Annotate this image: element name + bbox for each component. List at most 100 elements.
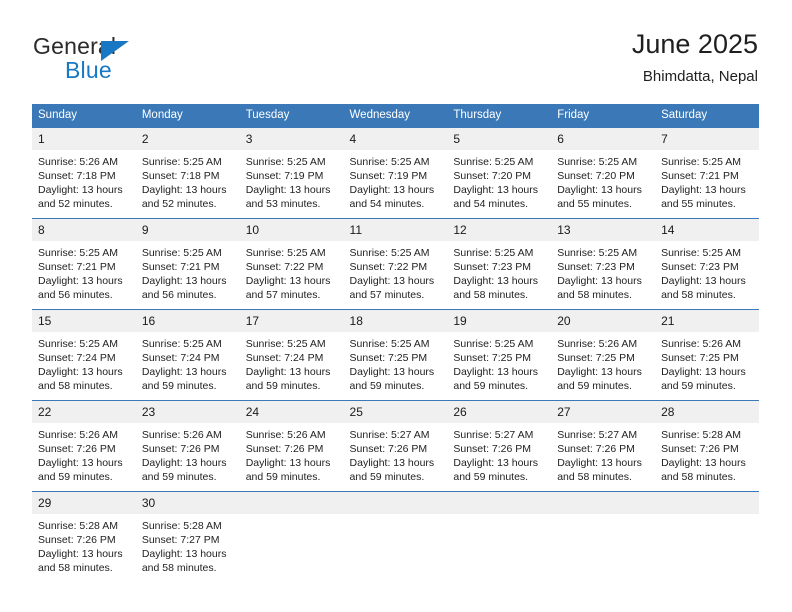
day-details: Sunrise: 5:25 AM Sunset: 7:22 PM Daylight:… (344, 241, 448, 302)
day-number: 11 (343, 219, 448, 241)
day-details: Sunrise: 5:25 AM Sunset: 7:24 PM Daylight:… (240, 332, 344, 393)
sunset-time: Sunset: 7:24 PM (245, 352, 324, 364)
sunrise-time: Sunrise: 5:25 AM (661, 156, 742, 168)
daylight-duration-line1: Daylight: 13 hours (453, 275, 539, 287)
daylight-duration-line2: and 55 minutes. (557, 198, 632, 210)
daylight-duration-line2: and 59 minutes. (453, 471, 529, 483)
day-number (551, 492, 656, 514)
daylight-duration-line2: and 57 minutes. (349, 289, 425, 301)
daylight-duration-line1: Daylight: 13 hours (349, 457, 435, 469)
daylight-duration-line1: Daylight: 13 hours (661, 184, 746, 196)
sunset-time: Sunset: 7:22 PM (245, 261, 324, 273)
sunset-time: Sunset: 7:26 PM (557, 443, 635, 455)
calendar-day-cell[interactable]: 26 Sunrise: 5:27 AM Sunset: 7:26 PM Dayligh… (447, 400, 552, 492)
calendar-day-cell[interactable]: 27 Sunrise: 5:27 AM Sunset: 7:26 PM Dayligh… (551, 400, 656, 492)
daylight-duration-line1: Daylight: 13 hours (141, 366, 227, 378)
calendar-day-cell[interactable]: 9 Sunrise: 5:25 AM Sunset: 7:21 PM Daylight… (135, 218, 240, 310)
calendar-week-row: 15 Sunrise: 5:25 AM Sunset: 7:24 PM Dayligh… (32, 309, 759, 401)
calendar-day-cell[interactable]: 20 Sunrise: 5:26 AM Sunset: 7:25 PM Dayligh… (551, 309, 656, 401)
daylight-duration-line2: and 59 minutes. (349, 380, 425, 392)
sunrise-time: Sunrise: 5:25 AM (453, 247, 534, 259)
sunset-time: Sunset: 7:25 PM (453, 352, 532, 364)
calendar-day-cell[interactable]: 16 Sunrise: 5:25 AM Sunset: 7:24 PM Dayligh… (135, 309, 240, 401)
daylight-duration-line2: and 59 minutes. (453, 380, 529, 392)
calendar-day-cell[interactable]: 6 Sunrise: 5:25 AM Sunset: 7:20 PM Daylight… (551, 127, 656, 219)
daylight-duration-line2: and 58 minutes. (661, 289, 736, 301)
weekday-header-saturday: Saturday (655, 104, 759, 128)
day-details: Sunrise: 5:27 AM Sunset: 7:26 PM Daylight:… (447, 423, 551, 484)
day-details: Sunrise: 5:26 AM Sunset: 7:18 PM Daylight:… (32, 150, 136, 211)
calendar-day-cell[interactable]: 11 Sunrise: 5:25 AM Sunset: 7:22 PM Dayligh… (343, 218, 448, 310)
sunset-time: Sunset: 7:21 PM (141, 261, 220, 273)
day-details: Sunrise: 5:25 AM Sunset: 7:25 PM Daylight:… (447, 332, 551, 393)
calendar-day-cell[interactable]: 2 Sunrise: 5:25 AM Sunset: 7:18 PM Daylight… (135, 127, 240, 219)
sunset-time: Sunset: 7:26 PM (38, 534, 116, 546)
page-subtitle: Bhimdatta, Nepal (642, 68, 758, 85)
day-number: 8 (32, 219, 136, 241)
calendar-day-cell[interactable]: 24 Sunrise: 5:26 AM Sunset: 7:26 PM Dayligh… (239, 400, 344, 492)
calendar-day-cell[interactable]: 22 Sunrise: 5:26 AM Sunset: 7:26 PM Dayligh… (32, 400, 136, 492)
day-details: Sunrise: 5:27 AM Sunset: 7:26 PM Daylight:… (344, 423, 448, 484)
day-number: 24 (239, 401, 344, 423)
sunrise-time: Sunrise: 5:28 AM (661, 429, 742, 441)
calendar-week-row: 8 Sunrise: 5:25 AM Sunset: 7:21 PM Daylight… (32, 218, 759, 310)
sunset-time: Sunset: 7:23 PM (557, 261, 635, 273)
calendar-day-cell[interactable]: 23 Sunrise: 5:26 AM Sunset: 7:26 PM Dayligh… (135, 400, 240, 492)
calendar-day-cell[interactable]: 18 Sunrise: 5:25 AM Sunset: 7:25 PM Dayligh… (343, 309, 448, 401)
calendar-day-cell[interactable]: 14 Sunrise: 5:25 AM Sunset: 7:23 PM Dayligh… (655, 218, 759, 310)
calendar-day-cell[interactable]: 4 Sunrise: 5:25 AM Sunset: 7:19 PM Daylight… (343, 127, 448, 219)
calendar-day-cell[interactable]: 10 Sunrise: 5:25 AM Sunset: 7:22 PM Dayligh… (239, 218, 344, 310)
day-number: 29 (32, 492, 136, 514)
calendar-day-cell[interactable]: 19 Sunrise: 5:25 AM Sunset: 7:25 PM Dayligh… (447, 309, 552, 401)
day-details: Sunrise: 5:26 AM Sunset: 7:26 PM Daylight:… (136, 423, 240, 484)
sunrise-time: Sunrise: 5:28 AM (141, 520, 222, 532)
day-number: 3 (239, 128, 344, 150)
day-details: Sunrise: 5:25 AM Sunset: 7:21 PM Daylight:… (136, 241, 240, 302)
day-details: Sunrise: 5:26 AM Sunset: 7:26 PM Daylight:… (32, 423, 136, 484)
calendar-day-cell[interactable]: 28 Sunrise: 5:28 AM Sunset: 7:26 PM Dayligh… (655, 400, 759, 492)
day-details: Sunrise: 5:25 AM Sunset: 7:21 PM Daylight:… (32, 241, 136, 302)
calendar-day-cell[interactable]: 12 Sunrise: 5:25 AM Sunset: 7:23 PM Dayligh… (447, 218, 552, 310)
daylight-duration-line1: Daylight: 13 hours (453, 457, 539, 469)
sunset-time: Sunset: 7:22 PM (349, 261, 428, 273)
sunrise-time: Sunrise: 5:26 AM (38, 156, 118, 168)
calendar-body: 1 Sunrise: 5:26 AM Sunset: 7:18 PM Daylight… (32, 127, 759, 582)
daylight-duration-line2: and 59 minutes. (661, 380, 736, 392)
day-details: Sunrise: 5:25 AM Sunset: 7:23 PM Daylight:… (655, 241, 759, 302)
day-number (239, 492, 344, 514)
calendar-day-cell[interactable]: 13 Sunrise: 5:25 AM Sunset: 7:23 PM Dayligh… (551, 218, 656, 310)
daylight-duration-line1: Daylight: 13 hours (453, 184, 539, 196)
daylight-duration-line1: Daylight: 13 hours (141, 275, 227, 287)
page-title: June 2025 (631, 29, 758, 59)
calendar-day-cell[interactable]: 30 Sunrise: 5:28 AM Sunset: 7:27 PM Dayligh… (135, 491, 240, 582)
day-details (551, 514, 655, 519)
calendar-day-cell[interactable]: 7 Sunrise: 5:25 AM Sunset: 7:21 PM Daylight… (655, 127, 759, 219)
day-number: 17 (239, 310, 344, 332)
calendar-day-cell[interactable]: 25 Sunrise: 5:27 AM Sunset: 7:26 PM Dayligh… (343, 400, 448, 492)
calendar-header-row: Sunday Monday Tuesday Wednesday Thursday… (32, 104, 759, 128)
sunset-time: Sunset: 7:18 PM (141, 170, 220, 182)
calendar-day-cell[interactable]: 5 Sunrise: 5:25 AM Sunset: 7:20 PM Daylight… (447, 127, 552, 219)
sunset-time: Sunset: 7:23 PM (661, 261, 739, 273)
daylight-duration-line1: Daylight: 13 hours (38, 366, 123, 378)
daylight-duration-line2: and 58 minutes. (38, 380, 113, 392)
calendar-day-cell[interactable]: 15 Sunrise: 5:25 AM Sunset: 7:24 PM Dayligh… (32, 309, 136, 401)
weekday-header-friday: Friday (551, 104, 656, 128)
daylight-duration-line1: Daylight: 13 hours (557, 366, 642, 378)
day-number: 6 (551, 128, 656, 150)
calendar-day-cell[interactable]: 17 Sunrise: 5:25 AM Sunset: 7:24 PM Dayligh… (239, 309, 344, 401)
calendar-day-cell[interactable]: 29 Sunrise: 5:28 AM Sunset: 7:26 PM Dayligh… (32, 491, 136, 582)
day-number: 1 (32, 128, 136, 150)
daylight-duration-line1: Daylight: 13 hours (38, 548, 123, 560)
brand-logo[interactable]: General Blue (33, 33, 233, 85)
calendar-day-cell[interactable]: 21 Sunrise: 5:26 AM Sunset: 7:25 PM Dayligh… (655, 309, 759, 401)
calendar-day-cell[interactable]: 3 Sunrise: 5:25 AM Sunset: 7:19 PM Daylight… (239, 127, 344, 219)
daylight-duration-line2: and 58 minutes. (38, 562, 113, 574)
day-number: 10 (239, 219, 344, 241)
calendar-day-cell[interactable]: 1 Sunrise: 5:26 AM Sunset: 7:18 PM Daylight… (32, 127, 136, 219)
day-number: 21 (655, 310, 759, 332)
weekday-header-tuesday: Tuesday (239, 104, 344, 128)
day-details: Sunrise: 5:25 AM Sunset: 7:21 PM Daylight:… (655, 150, 759, 211)
sunrise-time: Sunrise: 5:26 AM (557, 338, 638, 350)
calendar-day-cell[interactable]: 8 Sunrise: 5:25 AM Sunset: 7:21 PM Daylight… (32, 218, 136, 310)
